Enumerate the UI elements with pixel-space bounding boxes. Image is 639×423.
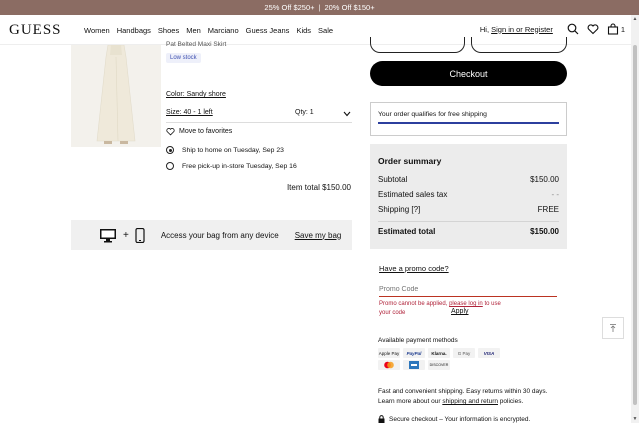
tax-value: - - bbox=[551, 190, 559, 199]
nav-shoes[interactable]: Shoes bbox=[158, 26, 179, 35]
shipping-note: Fast and convenient shipping. Easy retur… bbox=[378, 387, 568, 407]
heart-icon bbox=[166, 128, 175, 136]
nav-men[interactable]: Men bbox=[186, 26, 201, 35]
free-shipping-progress bbox=[378, 122, 559, 124]
main-nav: Women Handbags Shoes Men Marciano Guess … bbox=[84, 26, 333, 35]
scroll-to-top-button[interactable] bbox=[602, 317, 624, 339]
cart-count: 1 bbox=[620, 24, 625, 34]
payment-methods-title: Available payment methods bbox=[378, 337, 458, 344]
summary-row-shipping[interactable]: Shipping [?] FREE bbox=[378, 205, 559, 220]
shipping-label[interactable]: Shipping [?] bbox=[378, 205, 420, 220]
chevron-down-icon[interactable] bbox=[343, 110, 351, 119]
payment-methods: Apple Pay PayPal Klarna. G Pay VISA DISC… bbox=[378, 348, 500, 370]
plus-sign: + bbox=[123, 229, 129, 241]
promo-error: Promo cannot be applied, please log in t… bbox=[379, 300, 509, 318]
paypal-icon: PayPal bbox=[403, 348, 425, 358]
ship-home-label: Ship to home on Tuesday, Sep 23 bbox=[182, 146, 284, 154]
header-actions: Hi, Sign in or Register 1 bbox=[480, 23, 625, 35]
nav-handbags[interactable]: Handbags bbox=[117, 26, 151, 35]
promo-error-text: Promo cannot be applied, bbox=[379, 301, 448, 307]
pickup-label: Free pick-up in-store Tuesday, Sep 16 bbox=[182, 162, 297, 170]
greeting: Hi, Sign in or Register bbox=[480, 25, 553, 34]
product-name[interactable]: Pat Belted Maxi Skirt bbox=[166, 41, 226, 48]
promo-banner[interactable]: 25% Off $250+ | 20% Off $150+ bbox=[0, 0, 639, 15]
heart-icon[interactable] bbox=[587, 23, 599, 35]
order-summary-title: Order summary bbox=[378, 156, 442, 166]
scroll-thumb[interactable] bbox=[633, 45, 637, 405]
secure-checkout: Secure checkout – Your information is en… bbox=[378, 415, 530, 423]
page-scrollbar[interactable]: ▲ ▼ bbox=[631, 15, 639, 423]
apple-pay-icon: Apple Pay bbox=[378, 348, 400, 358]
color-link[interactable]: Color: Sandy shore bbox=[166, 91, 226, 98]
total-label: Estimated total bbox=[378, 227, 436, 236]
product-image[interactable] bbox=[71, 45, 161, 147]
subtotal-value: $150.00 bbox=[530, 175, 559, 184]
promo-left[interactable]: 25% Off $250+ bbox=[264, 3, 314, 12]
desktop-icon bbox=[100, 228, 116, 242]
shipping-note-line1: Fast and convenient shipping. Easy retur… bbox=[378, 388, 548, 395]
promo-right[interactable]: 20% Off $150+ bbox=[324, 3, 374, 12]
nav-marciano[interactable]: Marciano bbox=[208, 26, 239, 35]
pickup-option[interactable]: Free pick-up in-store Tuesday, Sep 16 bbox=[166, 162, 297, 170]
save-bag-banner: + Access your bag from any device Save m… bbox=[71, 220, 352, 250]
free-shipping-text: Your order qualifies for free shipping bbox=[378, 111, 487, 118]
greeting-text: Hi, bbox=[479, 24, 490, 34]
move-to-favorites-label: Move to favorites bbox=[179, 128, 233, 135]
pickup-radio[interactable] bbox=[166, 162, 174, 170]
divider bbox=[166, 122, 352, 123]
total-value: $150.00 bbox=[530, 227, 559, 236]
google-pay-icon: G Pay bbox=[453, 348, 475, 358]
summary-row-subtotal: Subtotal $150.00 bbox=[378, 175, 559, 190]
promo-code-input[interactable] bbox=[379, 282, 557, 297]
klarna-icon: Klarna. bbox=[428, 348, 450, 358]
promo-separator: | bbox=[318, 3, 321, 12]
save-bag-text: Access your bag from any device bbox=[160, 230, 279, 240]
shipping-note-line2: Learn more about our shipping and return… bbox=[378, 397, 568, 407]
cart-button[interactable]: 1 bbox=[607, 23, 625, 35]
secondary-button[interactable] bbox=[471, 37, 567, 53]
phone-icon bbox=[135, 227, 145, 243]
apply-button[interactable]: Apply bbox=[451, 308, 469, 315]
shipping-value: FREE bbox=[537, 205, 559, 214]
mastercard-icon bbox=[378, 360, 400, 370]
visa-icon: VISA bbox=[478, 348, 500, 358]
tax-label: Estimated sales tax bbox=[378, 190, 448, 199]
login-link[interactable]: please log in bbox=[449, 301, 483, 307]
nav-women[interactable]: Women bbox=[84, 26, 110, 35]
size-link[interactable]: Size: 40 - 1 left bbox=[166, 109, 213, 116]
bag-icon bbox=[607, 23, 618, 35]
ship-home-option[interactable]: Ship to home on Tuesday, Sep 23 bbox=[166, 146, 284, 154]
scroll-up-arrow[interactable]: ▲ bbox=[632, 16, 638, 22]
qty-selector[interactable]: Qty: 1 bbox=[295, 109, 314, 116]
amex-icon bbox=[403, 360, 425, 370]
arrow-up-icon bbox=[610, 324, 616, 332]
shipping-return-link[interactable]: shipping and return bbox=[442, 398, 498, 405]
summary-row-tax: Estimated sales tax - - bbox=[378, 190, 559, 205]
free-shipping-box: Your order qualifies for free shipping bbox=[370, 102, 567, 136]
secondary-button[interactable] bbox=[370, 37, 465, 53]
signin-link[interactable]: Sign in or Register bbox=[491, 25, 553, 34]
search-icon[interactable] bbox=[567, 23, 579, 35]
shipping-note-pre: Learn more about our bbox=[378, 398, 441, 405]
discover-icon: DISCOVER bbox=[428, 360, 450, 370]
item-total: Item total $150.00 bbox=[286, 183, 351, 192]
shipping-note-post: policies. bbox=[499, 398, 524, 405]
order-summary: Order summary Subtotal $150.00 Estimated… bbox=[370, 144, 567, 249]
summary-row-total: Estimated total $150.00 bbox=[378, 221, 559, 236]
lock-icon bbox=[378, 415, 385, 423]
checkout-button[interactable]: Checkout bbox=[370, 61, 567, 86]
nav-sale[interactable]: Sale bbox=[318, 26, 333, 35]
low-stock-badge: Low stock bbox=[166, 53, 201, 63]
nav-kids[interactable]: Kids bbox=[296, 26, 311, 35]
guess-logo[interactable]: GUESS bbox=[9, 22, 62, 39]
nav-guess-jeans[interactable]: Guess Jeans bbox=[246, 26, 290, 35]
ship-home-radio[interactable] bbox=[166, 146, 174, 154]
subtotal-label: Subtotal bbox=[378, 175, 408, 184]
promo-code-link[interactable]: Have a promo code? bbox=[379, 264, 449, 273]
move-to-favorites-button[interactable]: Move to favorites bbox=[166, 127, 232, 136]
scroll-down-arrow[interactable]: ▼ bbox=[632, 416, 638, 422]
save-my-bag-link[interactable]: Save my bag bbox=[295, 231, 342, 240]
secure-text: Secure checkout – Your information is en… bbox=[389, 415, 531, 423]
